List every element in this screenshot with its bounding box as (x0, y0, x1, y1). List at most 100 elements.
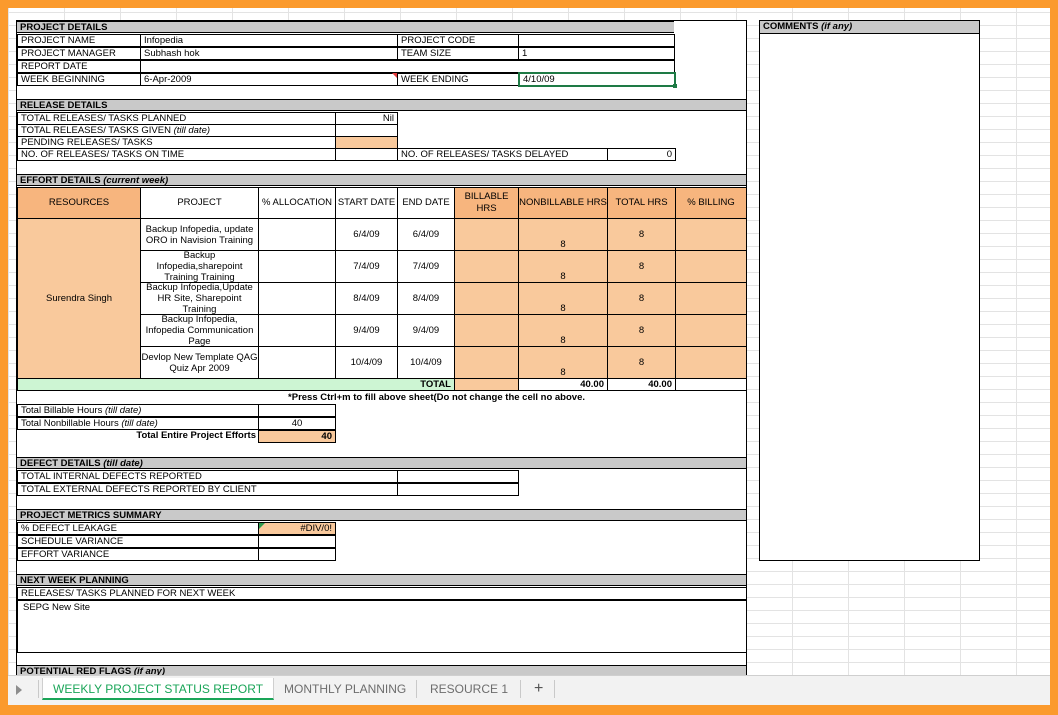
col-header-allocation: % ALLOCATION (258, 187, 336, 219)
total-nonbillable-value[interactable]: 40.00 (518, 378, 608, 391)
row-total-cell[interactable]: 8 (607, 250, 676, 283)
comments-header: COMMENTS (if any) (760, 21, 979, 34)
row-total-cell[interactable]: 8 (607, 346, 676, 379)
row-nonbillable-cell[interactable]: 8 (518, 282, 608, 315)
resource-name-cell[interactable]: Surendra Singh (17, 218, 141, 379)
row-start-cell[interactable]: 9/4/09 (335, 314, 398, 347)
row-allocation-cell[interactable] (258, 282, 336, 315)
row-total-cell[interactable]: 8 (607, 282, 676, 315)
tab-divider (520, 680, 521, 698)
effort-variance-value[interactable] (258, 548, 336, 561)
billable-till-value[interactable] (258, 404, 336, 417)
row-billing-cell[interactable] (675, 314, 747, 347)
row-nonbillable-cell[interactable]: 8 (518, 250, 608, 283)
billable-till-text: Total Billable Hours (21, 405, 103, 416)
error-indicator-icon (259, 523, 265, 529)
row-start-cell[interactable]: 7/4/09 (335, 250, 398, 283)
row-total-cell[interactable]: 8 (607, 314, 676, 347)
internal-defects-value[interactable] (397, 470, 519, 483)
week-ending-value[interactable]: 4/10/09 (518, 72, 676, 87)
row-project-cell[interactable]: Backup Infopedia,sharepoint Training Tra… (140, 250, 259, 283)
entire-efforts-label: Total Entire Project Efforts (136, 430, 256, 441)
effort-details-title: EFFORT DETAILS (20, 175, 101, 186)
project-manager-value[interactable]: Subhash hok (140, 47, 398, 60)
defect-leakage-label: % DEFECT LEAKAGE (17, 522, 259, 535)
row-billable-cell[interactable] (454, 218, 519, 251)
row-end-cell[interactable]: 6/4/09 (397, 218, 455, 251)
release-details-header: RELEASE DETAILS (17, 99, 746, 111)
metrics-header: PROJECT METRICS SUMMARY (17, 509, 746, 521)
external-defects-value[interactable] (397, 483, 519, 496)
row-project-cell[interactable]: Devlop New Template QAG Quiz Apr 2009 (140, 346, 259, 379)
tab-monthly-planning[interactable]: MONTHLY PLANNING (274, 678, 416, 700)
comments-title: COMMENTS (763, 21, 819, 32)
row-billing-cell[interactable] (675, 218, 747, 251)
row-project-cell[interactable]: Backup Infopedia, update ORO in Navision… (140, 218, 259, 251)
row-billable-cell[interactable] (454, 250, 519, 283)
defect-details-title: DEFECT DETAILS (20, 458, 101, 469)
row-billing-cell[interactable] (675, 346, 747, 379)
releases-ontime-value[interactable] (335, 148, 398, 161)
nonbillable-till-note: (till date) (121, 418, 158, 429)
tab-weekly-report[interactable]: WEEKLY PROJECT STATUS REPORT (42, 678, 275, 700)
tab-divider (38, 680, 39, 698)
total-billable-value[interactable] (454, 378, 519, 391)
next-week-planned-value[interactable]: SEPG New Site (17, 600, 747, 653)
cell-fill-handle-icon[interactable] (673, 84, 677, 88)
comments-panel[interactable] (759, 20, 980, 561)
row-end-cell[interactable]: 8/4/09 (397, 282, 455, 315)
week-beginning-value[interactable]: 6-Apr-2009 (140, 73, 398, 86)
row-project-cell[interactable]: Backup Infopedia, Infopedia Communicatio… (140, 314, 259, 347)
row-billing-cell[interactable] (675, 282, 747, 315)
row-billing-cell[interactable] (675, 250, 747, 283)
spreadsheet-grid[interactable]: PROJECT DETAILS PROJECT NAME Infopedia P… (8, 8, 1050, 705)
nonbillable-till-label: Total Nonbillable Hours (till date) (17, 417, 259, 430)
entire-efforts-value[interactable]: 40 (258, 430, 336, 443)
schedule-variance-label: SCHEDULE VARIANCE (17, 535, 259, 548)
row-nonbillable-cell[interactable]: 8 (518, 314, 608, 347)
releases-delayed-value[interactable]: 0 (607, 148, 676, 161)
comments-note: (if any) (821, 21, 853, 32)
row-nonbillable-cell[interactable]: 8 (518, 218, 608, 251)
schedule-variance-value[interactable] (258, 535, 336, 548)
row-start-cell[interactable]: 6/4/09 (335, 218, 398, 251)
scroll-sheets-icon[interactable] (16, 685, 22, 695)
defect-details-header: DEFECT DETAILS (till date) (17, 457, 746, 469)
defect-leakage-value[interactable]: #DIV/0! (258, 522, 336, 535)
tab-divider (554, 680, 555, 698)
project-name-label: PROJECT NAME (17, 34, 141, 47)
total-billing-value[interactable] (675, 378, 747, 391)
row-billable-cell[interactable] (454, 282, 519, 315)
row-total-cell[interactable]: 8 (607, 218, 676, 251)
billable-till-label: Total Billable Hours (till date) (17, 404, 259, 417)
tab-resource-1[interactable]: RESOURCE 1 (420, 678, 518, 700)
row-allocation-cell[interactable] (258, 218, 336, 251)
week-ending-label: WEEK ENDING (397, 73, 519, 86)
row-allocation-cell[interactable] (258, 314, 336, 347)
row-project-cell[interactable]: Backup Infopedia,Update HR Site, Sharepo… (140, 282, 259, 315)
internal-defects-label: TOTAL INTERNAL DEFECTS REPORTED (17, 470, 398, 483)
col-header-nonbillable: NONBILLABLE HRS (518, 187, 608, 219)
row-end-cell[interactable]: 10/4/09 (397, 346, 455, 379)
row-billable-cell[interactable] (454, 314, 519, 347)
row-end-cell[interactable]: 9/4/09 (397, 314, 455, 347)
report-date-label: REPORT DATE (17, 60, 141, 73)
row-billable-cell[interactable] (454, 346, 519, 379)
add-sheet-icon[interactable]: + (524, 678, 553, 700)
team-size-value[interactable]: 1 (518, 47, 675, 60)
row-start-cell[interactable]: 10/4/09 (335, 346, 398, 379)
project-code-label: PROJECT CODE (397, 34, 519, 47)
nonbillable-till-value[interactable]: 40 (258, 417, 336, 430)
row-start-cell[interactable]: 8/4/09 (335, 282, 398, 315)
row-end-cell[interactable]: 7/4/09 (397, 250, 455, 283)
week-beginning-label: WEEK BEGINNING (17, 73, 141, 86)
row-nonbillable-cell[interactable]: 8 (518, 346, 608, 379)
project-name-value[interactable]: Infopedia (140, 34, 398, 47)
col-header-total-hrs: TOTAL HRS (607, 187, 676, 219)
row-allocation-cell[interactable] (258, 250, 336, 283)
col-header-billable: BILLABLE HRS (454, 187, 519, 219)
col-header-start-date: START DATE (335, 187, 398, 219)
total-hrs-value[interactable]: 40.00 (607, 378, 676, 391)
project-code-value[interactable] (518, 34, 675, 47)
row-allocation-cell[interactable] (258, 346, 336, 379)
